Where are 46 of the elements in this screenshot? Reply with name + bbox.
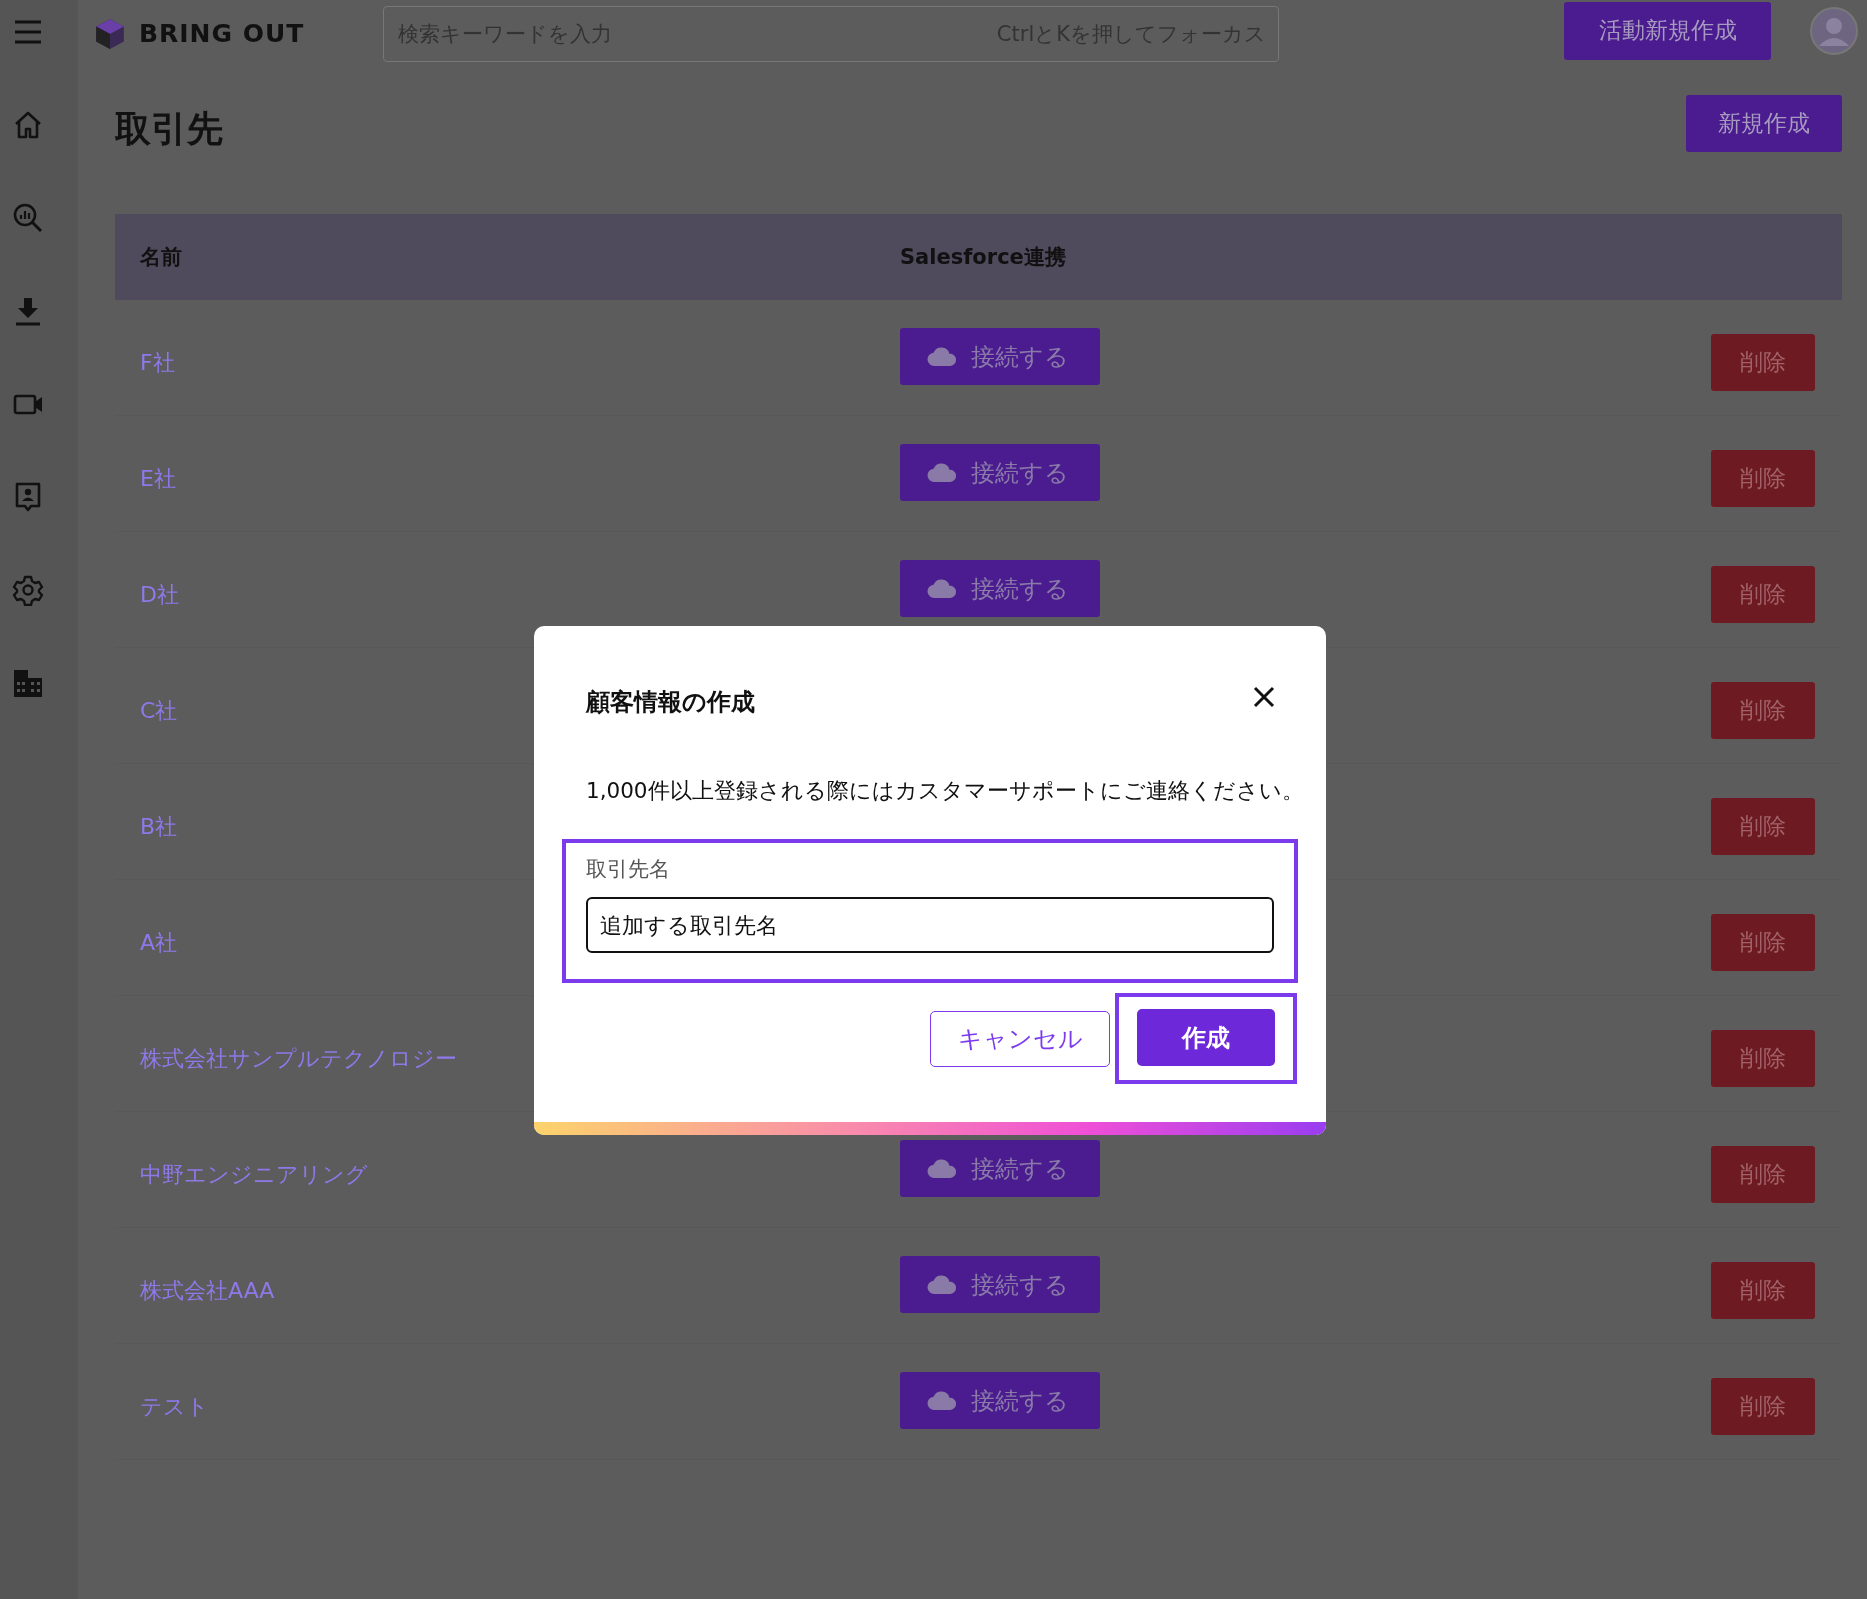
delete-button[interactable]: 削除 — [1711, 1262, 1815, 1319]
cloud-icon — [927, 1158, 957, 1179]
company-link[interactable]: 株式会社AAA — [140, 1275, 900, 1306]
column-header: Salesforce連携 — [900, 244, 1067, 271]
logo-text: BRING OUT — [139, 19, 305, 48]
column-header: 名前 — [140, 244, 183, 271]
field-label: 取引先名 — [586, 856, 671, 883]
connect-button[interactable]: 接続する — [900, 328, 1100, 385]
connect-button[interactable]: 接続する — [900, 560, 1100, 617]
company-link[interactable]: E社 — [140, 463, 900, 494]
connect-button[interactable]: 接続する — [900, 1140, 1100, 1197]
building-icon[interactable] — [12, 667, 44, 699]
new-button[interactable]: 新規作成 — [1686, 95, 1842, 152]
cancel-button[interactable]: キャンセル — [930, 1010, 1110, 1067]
create-button[interactable]: 作成 — [1137, 1009, 1275, 1066]
company-link[interactable]: D社 — [140, 579, 900, 610]
cloud-icon — [927, 1274, 957, 1295]
delete-button[interactable]: 削除 — [1711, 450, 1815, 507]
connect-button[interactable]: 接続する — [900, 1372, 1100, 1429]
page-title: 取引先 — [115, 107, 223, 151]
search-icon[interactable] — [12, 202, 44, 234]
delete-button[interactable]: 削除 — [1711, 1378, 1815, 1435]
dialog-message: 1,000件以上登録される際にはカスタマーサポートにご連絡ください。 — [586, 777, 1298, 805]
delete-button[interactable]: 削除 — [1711, 1030, 1815, 1087]
company-link[interactable]: F社 — [140, 347, 900, 378]
delete-button[interactable]: 削除 — [1711, 1146, 1815, 1203]
dialog-title: 顧客情報の作成 — [586, 687, 755, 718]
cloud-icon — [927, 346, 957, 367]
cloud-icon — [927, 578, 957, 599]
company-link[interactable]: テスト — [140, 1391, 900, 1422]
new-activity-button[interactable]: 活動新規作成 — [1564, 1, 1771, 60]
delete-button[interactable]: 削除 — [1711, 914, 1815, 971]
close-icon[interactable] — [1252, 685, 1276, 709]
connect-button[interactable]: 接続する — [900, 444, 1100, 501]
input-field[interactable]: 追加する取引先名 — [586, 897, 1274, 953]
delete-button[interactable]: 削除 — [1711, 798, 1815, 855]
delete-button[interactable]: 削除 — [1711, 566, 1815, 623]
company-link[interactable]: 中野エンジニアリング — [140, 1159, 900, 1190]
avatar-icon[interactable] — [1809, 5, 1859, 56]
delete-button[interactable]: 削除 — [1711, 334, 1815, 391]
cloud-icon — [927, 462, 957, 483]
settings-icon[interactable] — [12, 574, 44, 606]
cloud-icon — [927, 1390, 957, 1411]
cube-logo-icon — [93, 16, 127, 51]
delete-button[interactable]: 削除 — [1711, 682, 1815, 739]
connect-button[interactable]: 接続する — [900, 1256, 1100, 1313]
